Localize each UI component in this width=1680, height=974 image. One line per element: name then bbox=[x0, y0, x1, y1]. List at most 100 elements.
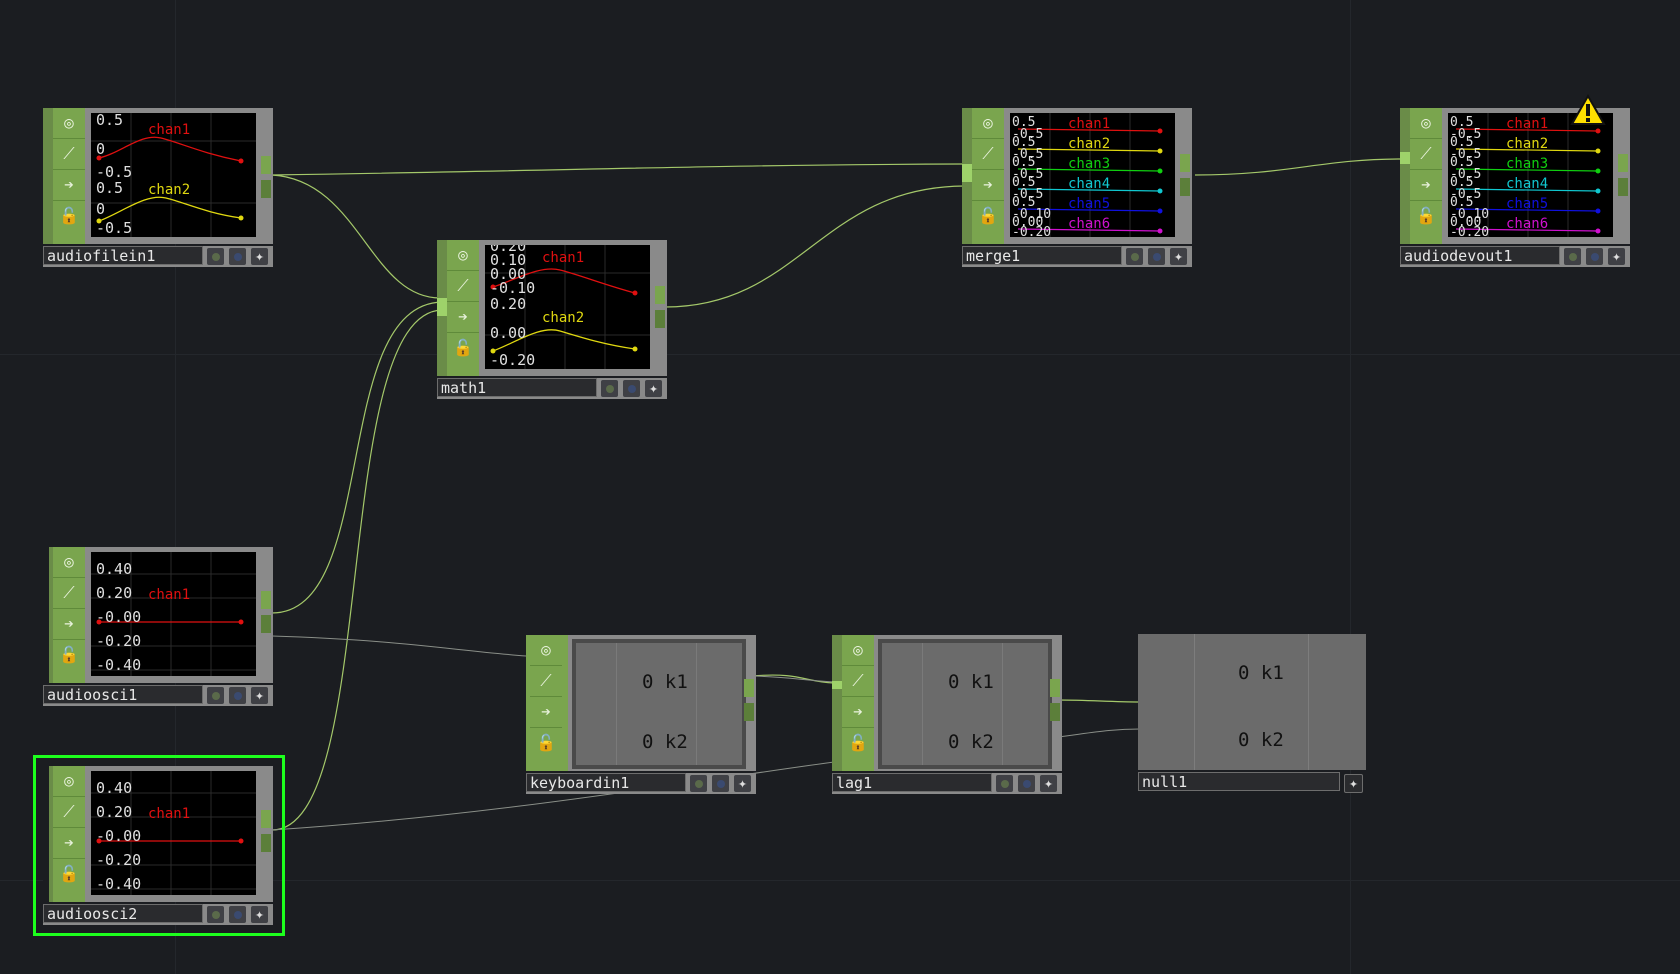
bypass-button[interactable]: ➔ bbox=[53, 828, 85, 859]
add-icon[interactable]: ✦ bbox=[251, 248, 268, 265]
bypass-button[interactable]: ➔ bbox=[1410, 170, 1442, 201]
render-flag[interactable] bbox=[229, 687, 246, 704]
graph-button[interactable]: ⟋ bbox=[842, 666, 874, 697]
graph-button[interactable]: ⟋ bbox=[53, 797, 85, 828]
viewer-toggle-button[interactable]: ◎ bbox=[53, 766, 85, 797]
output-connector[interactable] bbox=[744, 679, 754, 697]
node-math1[interactable]: ◎ ⟋ ➔ 🔓 0.20 0.10 0.00 -0.10 0.20 0.00 -… bbox=[437, 240, 667, 400]
node-name[interactable]: audiodevout1 bbox=[1400, 246, 1560, 265]
render-flag[interactable] bbox=[229, 248, 246, 265]
display-flag[interactable] bbox=[996, 775, 1013, 792]
node-null1[interactable]: 0 k1 0 k2 null1 ✦ bbox=[1138, 634, 1368, 794]
bypass-button[interactable]: ➔ bbox=[53, 609, 85, 640]
graph-button[interactable]: ⟋ bbox=[1410, 139, 1442, 170]
bypass-button[interactable]: ➔ bbox=[53, 170, 85, 201]
bypass-button[interactable]: ➔ bbox=[447, 302, 479, 333]
output-connector[interactable] bbox=[655, 286, 665, 304]
add-icon[interactable]: ✦ bbox=[1344, 774, 1363, 793]
render-flag[interactable] bbox=[1148, 248, 1165, 265]
input-connector[interactable] bbox=[437, 298, 447, 316]
output-connector[interactable] bbox=[655, 310, 665, 328]
input-connector[interactable] bbox=[962, 164, 972, 182]
channel-value-viewer: 0 k1 0 k2 bbox=[878, 639, 1052, 769]
node-name[interactable]: audioosci2 bbox=[43, 904, 203, 923]
bypass-button[interactable]: ➔ bbox=[530, 697, 562, 728]
output-connector[interactable] bbox=[744, 703, 754, 721]
display-flag[interactable] bbox=[690, 775, 707, 792]
input-connector[interactable] bbox=[1400, 152, 1410, 164]
lock-button[interactable]: 🔓 bbox=[447, 333, 479, 363]
output-connector[interactable] bbox=[1180, 178, 1190, 196]
node-name[interactable]: math1 bbox=[437, 378, 597, 397]
node-audiodevout1[interactable]: ◎ ⟋ ➔ 🔓 0.5 -0.5 0.5 -0.5 0.5 -0.5 0.5 -… bbox=[1400, 94, 1630, 268]
node-keyboardin1[interactable]: ◎ ⟋ ➔ 🔓 0 k1 0 k2 keyboardin1 ✦ bbox=[526, 635, 756, 795]
output-connector[interactable] bbox=[1050, 703, 1060, 721]
node-name[interactable]: keyboardin1 bbox=[526, 773, 686, 792]
node-lag1[interactable]: ◎ ⟋ ➔ 🔓 0 k1 0 k2 lag1 ✦ bbox=[832, 635, 1062, 795]
node-name[interactable]: null1 bbox=[1138, 772, 1340, 791]
node-audioosci2[interactable]: ◎ ⟋ ➔ 🔓 0.40 0.20 -0.00 -0.20 -0.40 chan… bbox=[43, 766, 273, 926]
display-flag[interactable] bbox=[207, 906, 224, 923]
viewer-toggle-icon: ◎ bbox=[1421, 113, 1431, 132]
add-icon[interactable]: ✦ bbox=[1040, 775, 1057, 792]
output-connector[interactable] bbox=[1050, 679, 1060, 697]
output-connector[interactable] bbox=[261, 615, 271, 633]
render-flag[interactable] bbox=[229, 906, 246, 923]
render-flag[interactable] bbox=[712, 775, 729, 792]
lock-button[interactable]: 🔓 bbox=[1410, 201, 1442, 231]
display-flag[interactable] bbox=[1564, 248, 1581, 265]
lock-button[interactable]: 🔓 bbox=[53, 201, 85, 231]
output-connector[interactable] bbox=[1618, 178, 1628, 196]
render-flag[interactable] bbox=[623, 380, 640, 397]
lock-button[interactable]: 🔓 bbox=[53, 859, 85, 889]
node-name[interactable]: audioosci1 bbox=[43, 685, 203, 704]
add-icon[interactable]: ✦ bbox=[251, 906, 268, 923]
viewer-toggle-button[interactable]: ◎ bbox=[53, 108, 85, 139]
graph-button[interactable]: ⟋ bbox=[972, 139, 1004, 170]
bypass-button[interactable]: ➔ bbox=[972, 170, 1004, 201]
display-flag[interactable] bbox=[207, 687, 224, 704]
input-connector[interactable] bbox=[832, 681, 842, 689]
graph-button[interactable]: ⟋ bbox=[53, 578, 85, 609]
render-flag[interactable] bbox=[1018, 775, 1035, 792]
viewer-toggle-button[interactable]: ◎ bbox=[972, 108, 1004, 139]
add-icon[interactable]: ✦ bbox=[1608, 248, 1625, 265]
output-connector[interactable] bbox=[261, 156, 271, 174]
graph-button[interactable]: ⟋ bbox=[447, 271, 479, 302]
bypass-button[interactable]: ➔ bbox=[842, 697, 874, 728]
viewer-toggle-button[interactable]: ◎ bbox=[447, 240, 479, 271]
lock-button[interactable]: 🔓 bbox=[53, 640, 85, 670]
graph-button[interactable]: ⟋ bbox=[53, 139, 85, 170]
network-editor[interactable]: ◎ ⟋ ➔ 🔓 0.5 0 -0.5 0.5 0 -0.5 chan1 chan… bbox=[0, 0, 1680, 974]
lock-button[interactable]: 🔓 bbox=[972, 201, 1004, 231]
viewer-toggle-button[interactable]: ◎ bbox=[53, 547, 85, 578]
output-connector[interactable] bbox=[1180, 154, 1190, 172]
output-connector[interactable] bbox=[261, 591, 271, 609]
add-icon[interactable]: ✦ bbox=[251, 687, 268, 704]
display-flag[interactable] bbox=[1126, 248, 1143, 265]
output-connector[interactable] bbox=[261, 810, 271, 828]
lock-icon: 🔓 bbox=[848, 733, 868, 752]
lock-button[interactable]: 🔓 bbox=[530, 728, 562, 758]
node-merge1[interactable]: ◎ ⟋ ➔ 🔓 0.5 -0.5 0.5 -0.5 0.5 -0.5 0.5 -… bbox=[962, 108, 1192, 268]
warning-icon[interactable] bbox=[1570, 94, 1606, 126]
display-flag[interactable] bbox=[207, 248, 224, 265]
viewer-toggle-button[interactable]: ◎ bbox=[842, 635, 874, 666]
node-name[interactable]: lag1 bbox=[832, 773, 992, 792]
display-flag[interactable] bbox=[601, 380, 618, 397]
add-icon[interactable]: ✦ bbox=[645, 380, 662, 397]
output-connector[interactable] bbox=[261, 834, 271, 852]
output-connector[interactable] bbox=[261, 180, 271, 198]
add-icon[interactable]: ✦ bbox=[734, 775, 751, 792]
add-icon[interactable]: ✦ bbox=[1170, 248, 1187, 265]
node-audioosci1[interactable]: ◎ ⟋ ➔ 🔓 0.40 0.20 -0.00 -0.20 -0.40 chan… bbox=[43, 547, 273, 707]
output-connector[interactable] bbox=[1618, 154, 1628, 172]
viewer-toggle-button[interactable]: ◎ bbox=[530, 635, 562, 666]
node-name[interactable]: merge1 bbox=[962, 246, 1122, 265]
node-audiofilein1[interactable]: ◎ ⟋ ➔ 🔓 0.5 0 -0.5 0.5 0 -0.5 chan1 chan… bbox=[43, 108, 273, 268]
lock-button[interactable]: 🔓 bbox=[842, 728, 874, 758]
viewer-toggle-button[interactable]: ◎ bbox=[1410, 108, 1442, 139]
node-name[interactable]: audiofilein1 bbox=[43, 246, 203, 265]
graph-button[interactable]: ⟋ bbox=[530, 666, 562, 697]
render-flag[interactable] bbox=[1586, 248, 1603, 265]
